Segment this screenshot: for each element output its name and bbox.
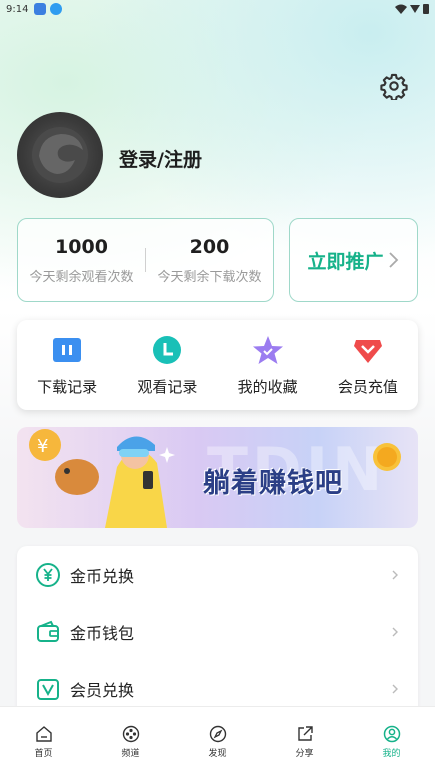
menu-item-label: 金币兑换 — [70, 567, 135, 586]
menu-list: 金币兑换 金币钱包 会员兑换 — [17, 546, 418, 716]
wallet-icon — [37, 620, 59, 642]
yuan-coin-icon — [36, 563, 60, 587]
quota-stats-card: 1000 今天剩余观看次数 200 今天剩余下载次数 — [17, 218, 274, 302]
quick-action-label: 下载记录 — [37, 377, 98, 396]
status-indicators — [395, 4, 429, 14]
chevron-right-icon — [392, 684, 398, 694]
download-quota-value: 200 — [189, 235, 230, 258]
chevron-right-icon — [392, 570, 398, 580]
profile-icon — [383, 725, 400, 743]
menu-item-label: 会员兑换 — [70, 681, 135, 700]
chevron-right-icon — [388, 252, 398, 268]
tab-home[interactable]: 首页 — [14, 725, 74, 759]
signal-icon — [410, 5, 420, 13]
channel-icon — [122, 725, 139, 743]
app-notification-icon — [34, 3, 47, 15]
watch-quota: 1000 今天剩余观看次数 — [18, 236, 145, 285]
vip-exchange-icon — [37, 679, 59, 700]
quick-action-watch-record[interactable]: 观看记录 — [121, 334, 213, 397]
star-icon — [252, 335, 283, 364]
home-icon — [35, 726, 52, 742]
download-notification-icon — [50, 3, 63, 15]
compass-icon — [209, 725, 226, 743]
tab-discover[interactable]: 发现 — [188, 725, 248, 759]
quick-action-favorites[interactable]: 我的收藏 — [222, 334, 314, 397]
promote-label: 立即推广 — [307, 250, 384, 273]
clock-icon — [153, 335, 182, 364]
menu-item-coin-exchange[interactable]: 金币兑换 — [17, 546, 418, 604]
banner-title: 躺着赚钱吧 — [203, 468, 343, 499]
login-register-link[interactable]: 登录/注册 — [119, 145, 202, 172]
tab-share[interactable]: 分享 — [275, 725, 335, 759]
download-quota: 200 今天剩余下载次数 — [146, 236, 273, 285]
status-time: 9:14 — [6, 3, 29, 15]
watch-quota-value: 1000 — [55, 235, 108, 258]
download-quota-label: 今天剩余下载次数 — [157, 269, 262, 285]
quick-actions-card: 下载记录 观看记录 我的收藏 会员充值 — [17, 320, 418, 410]
tab-label: 首页 — [34, 749, 53, 759]
coin-icon — [373, 443, 401, 471]
quick-action-label: 会员充值 — [337, 377, 398, 396]
quick-action-label: 观看记录 — [137, 377, 198, 396]
quick-action-download-record[interactable]: 下载记录 — [21, 334, 113, 397]
avatar-placeholder-icon — [32, 127, 88, 183]
promo-banner[interactable]: TDIN ¥ 躺着赚钱吧 — [17, 427, 418, 528]
vip-diamond-icon — [353, 339, 382, 363]
battery-icon — [423, 4, 429, 14]
quick-action-label: 我的收藏 — [237, 377, 298, 396]
tab-label: 我的 — [382, 749, 401, 759]
chevron-right-icon — [392, 627, 398, 637]
settings-button[interactable] — [380, 72, 408, 102]
tab-label: 发现 — [208, 749, 227, 759]
banner-illustration: ¥ — [29, 429, 175, 528]
avatar[interactable] — [17, 112, 103, 198]
gear-icon — [380, 73, 408, 102]
menu-item-coin-wallet[interactable]: 金币钱包 — [17, 603, 418, 661]
status-bar: 9:14 — [0, 0, 435, 18]
bottom-tab-bar: 首页 频道 发现 分享 我的 — [0, 706, 435, 773]
promote-button[interactable]: 立即推广 — [289, 218, 418, 302]
wifi-icon — [395, 4, 407, 14]
tab-mine[interactable]: 我的 — [362, 725, 422, 759]
share-icon — [297, 726, 313, 741]
menu-item-label: 金币钱包 — [70, 624, 135, 643]
tab-label: 分享 — [295, 749, 314, 759]
svg-text:¥: ¥ — [37, 436, 48, 457]
tab-label: 频道 — [121, 749, 140, 759]
quick-action-vip-recharge[interactable]: 会员充值 — [322, 334, 414, 397]
tab-channel[interactable]: 频道 — [101, 725, 161, 759]
download-record-icon — [53, 337, 82, 362]
watch-quota-label: 今天剩余观看次数 — [29, 269, 134, 285]
